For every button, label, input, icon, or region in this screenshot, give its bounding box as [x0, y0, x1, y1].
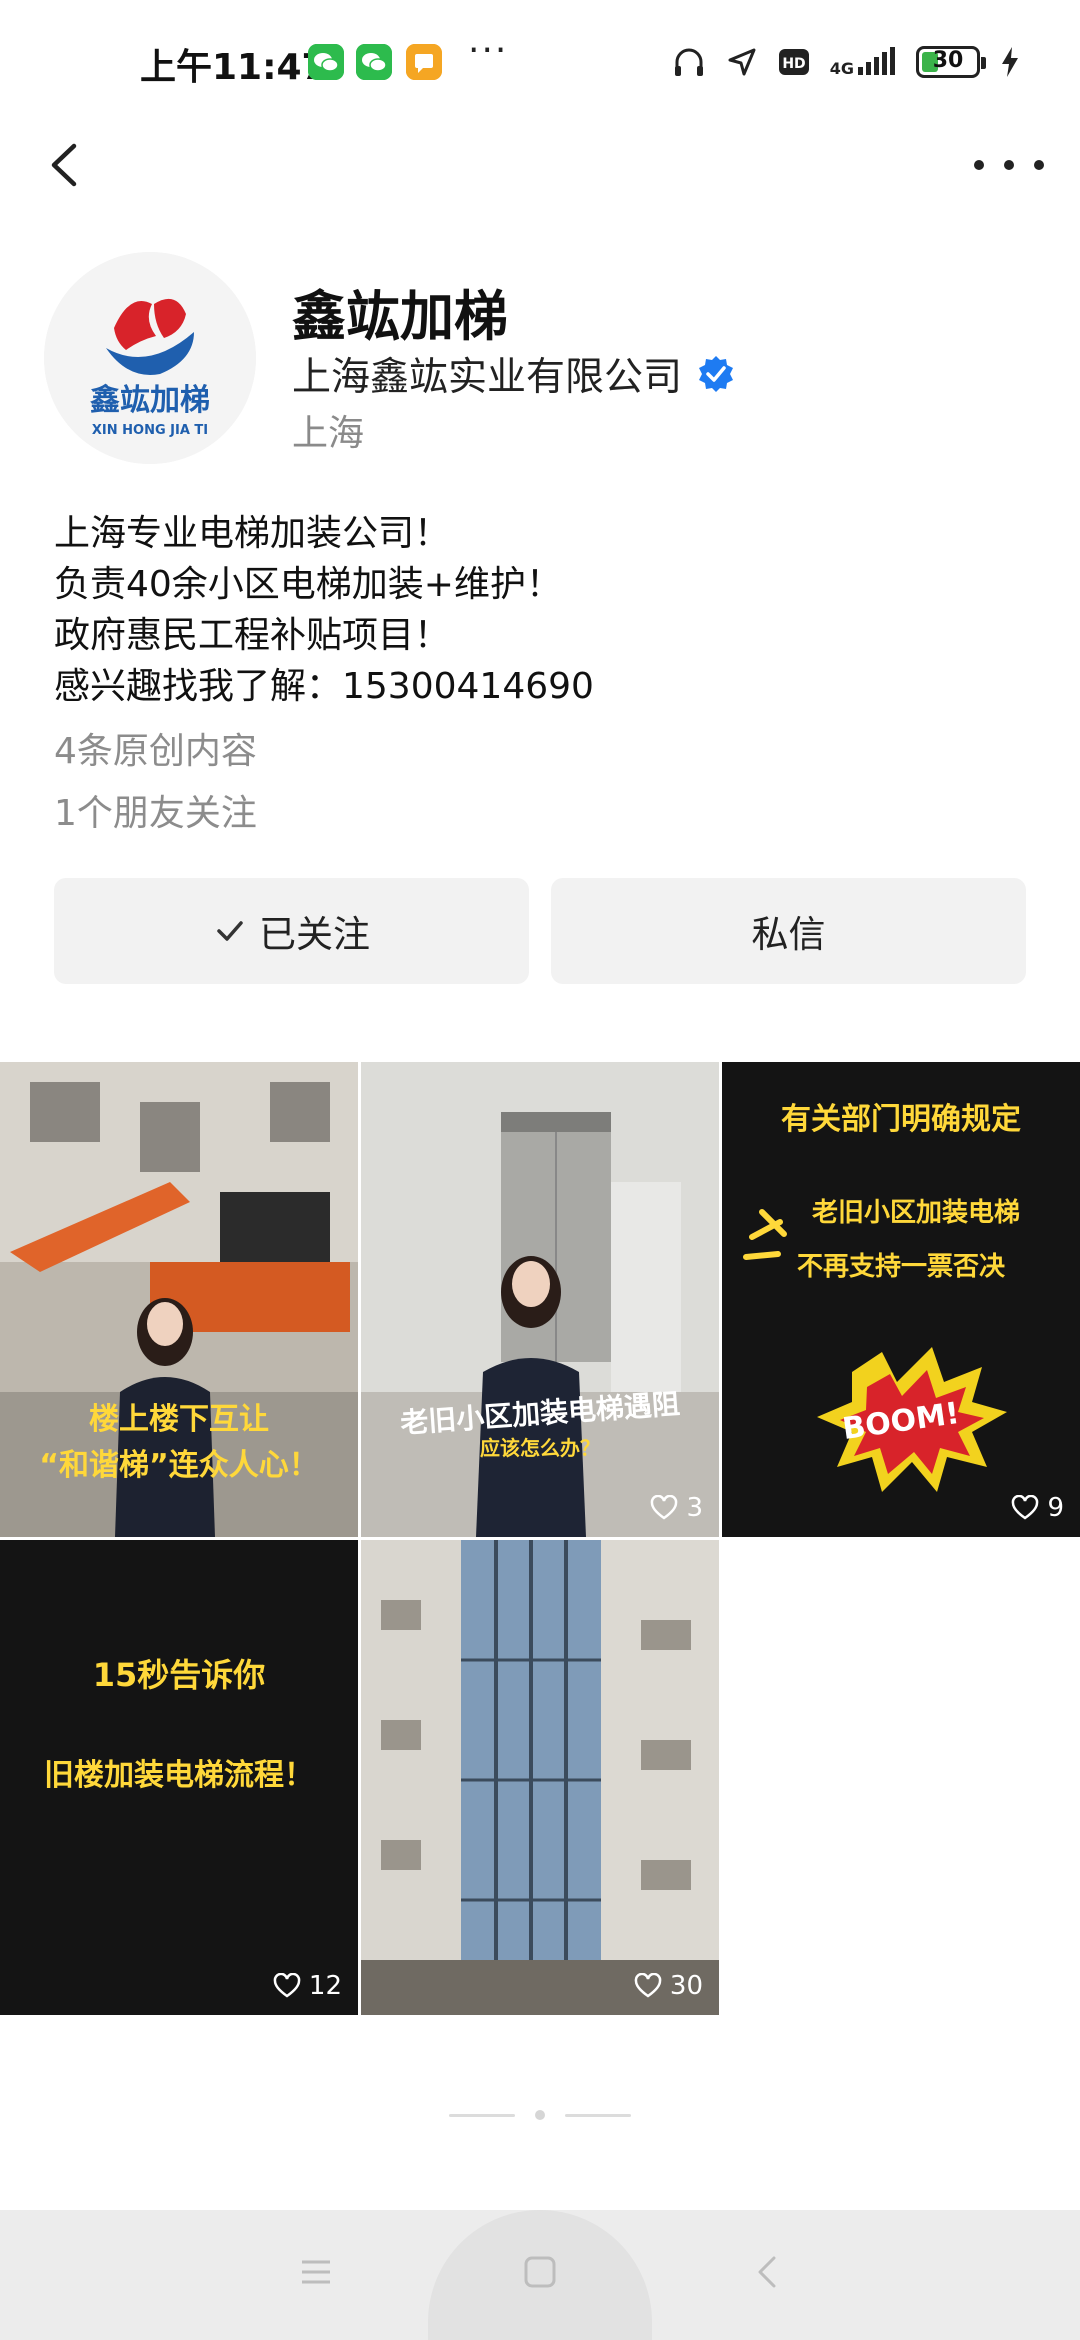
video-tile[interactable]: 30	[361, 1540, 719, 2015]
check-icon	[217, 921, 243, 941]
verified-badge-icon	[699, 356, 734, 392]
battery-icon: 30	[916, 46, 986, 78]
status-time: 上午11:47	[140, 47, 327, 88]
wechat-icon	[308, 44, 344, 80]
hd-icon: HD	[778, 49, 809, 75]
heart-icon	[634, 1973, 662, 1998]
heart-icon	[651, 1495, 678, 1520]
like-count: 9	[1011, 1493, 1064, 1523]
video-subcaption: 应该怎么办？	[480, 1436, 600, 1460]
like-count: 30	[634, 1971, 703, 2001]
video-caption: 不再支持一票否决	[796, 1252, 1005, 1282]
profile-name: 鑫竑加梯	[292, 285, 508, 348]
home-square-icon[interactable]	[520, 2252, 560, 2292]
video-tile[interactable]: 15秒告诉你 旧楼加装电梯流程！ 12	[0, 1540, 358, 2015]
avatar[interactable]: 鑫竑加梯 XIN HONG JIA TI	[44, 252, 256, 464]
video-tile[interactable]: 有关部门明确规定 老旧小区加装电梯 不再支持一票否决 BOOM! 9	[722, 1062, 1080, 1537]
back-button[interactable]	[30, 130, 100, 200]
video-caption: 有关部门明确规定	[781, 1102, 1021, 1137]
heart-icon	[1012, 1495, 1039, 1520]
message-app-icon	[406, 44, 442, 80]
signal-4g-icon: 4G	[830, 47, 896, 77]
video-thumbnail	[361, 1062, 719, 1537]
video-tile[interactable]: 楼上楼下互让 “和谐梯”连众人心！	[0, 1062, 358, 1537]
battery-level: 30	[932, 48, 964, 73]
brand-logo: 鑫竑加梯 XIN HONG JIA TI	[44, 252, 256, 464]
video-thumbnail	[361, 1540, 719, 2015]
message-button[interactable]: 私信	[551, 878, 1026, 984]
status-bar: 上午11:47 ··· HD 4G 30	[0, 0, 1080, 124]
more-options-button[interactable]	[974, 140, 1044, 190]
follow-button[interactable]: 已关注	[54, 878, 529, 984]
charging-bolt-icon	[1002, 47, 1018, 77]
like-count: 12	[273, 1971, 342, 2001]
status-more-icon: ···	[468, 30, 509, 71]
page-indicator	[0, 2110, 1080, 2120]
more-horizontal-icon	[974, 160, 984, 170]
original-content-count[interactable]: 4条原创内容	[54, 722, 257, 774]
bio-line: 负责40余小区电梯加装+维护！	[54, 564, 562, 605]
back-triangle-icon[interactable]	[748, 2252, 788, 2292]
video-caption: 旧楼加装电梯流程！	[44, 1758, 314, 1793]
message-label: 私信	[751, 913, 826, 956]
headphones-icon	[674, 48, 703, 76]
video-tile[interactable]: 老旧小区加装电梯遇阻 应该怎么办？ 3	[361, 1062, 719, 1537]
follow-label: 已关注	[259, 913, 370, 956]
video-caption: 老旧小区加装电梯	[811, 1198, 1020, 1228]
bio: 上海专业电梯加装公司！ 负责40余小区电梯加装+维护！ 政府惠民工程补贴项目！ …	[54, 508, 594, 712]
location: 上海	[292, 413, 365, 454]
menu-icon[interactable]	[296, 2252, 336, 2292]
bio-line: 上海专业电梯加装公司！	[54, 513, 451, 554]
logo-title: 鑫竑加梯	[90, 383, 210, 418]
company-row[interactable]: 上海鑫竑实业有限公司	[292, 346, 736, 402]
friends-following[interactable]: 1个朋友关注	[54, 784, 257, 836]
heart-icon	[273, 1973, 301, 1998]
bio-line: 感兴趣找我了解：15300414690	[54, 666, 594, 707]
chevron-left-icon	[51, 143, 77, 187]
video-caption: 楼上楼下互让	[89, 1402, 269, 1437]
location-arrow-icon	[728, 48, 756, 76]
company-name: 上海鑫竑实业有限公司	[292, 355, 683, 400]
video-caption: 15秒告诉你	[92, 1656, 266, 1694]
wechat-work-icon	[356, 44, 392, 80]
logo-subtitle: XIN HONG JIA TI	[92, 423, 208, 438]
bio-line: 政府惠民工程补贴项目！	[54, 615, 451, 656]
like-count: 3	[650, 1493, 703, 1523]
svg-text:HD: HD	[782, 56, 805, 72]
video-caption: “和谐梯”连众人心！	[39, 1448, 319, 1483]
